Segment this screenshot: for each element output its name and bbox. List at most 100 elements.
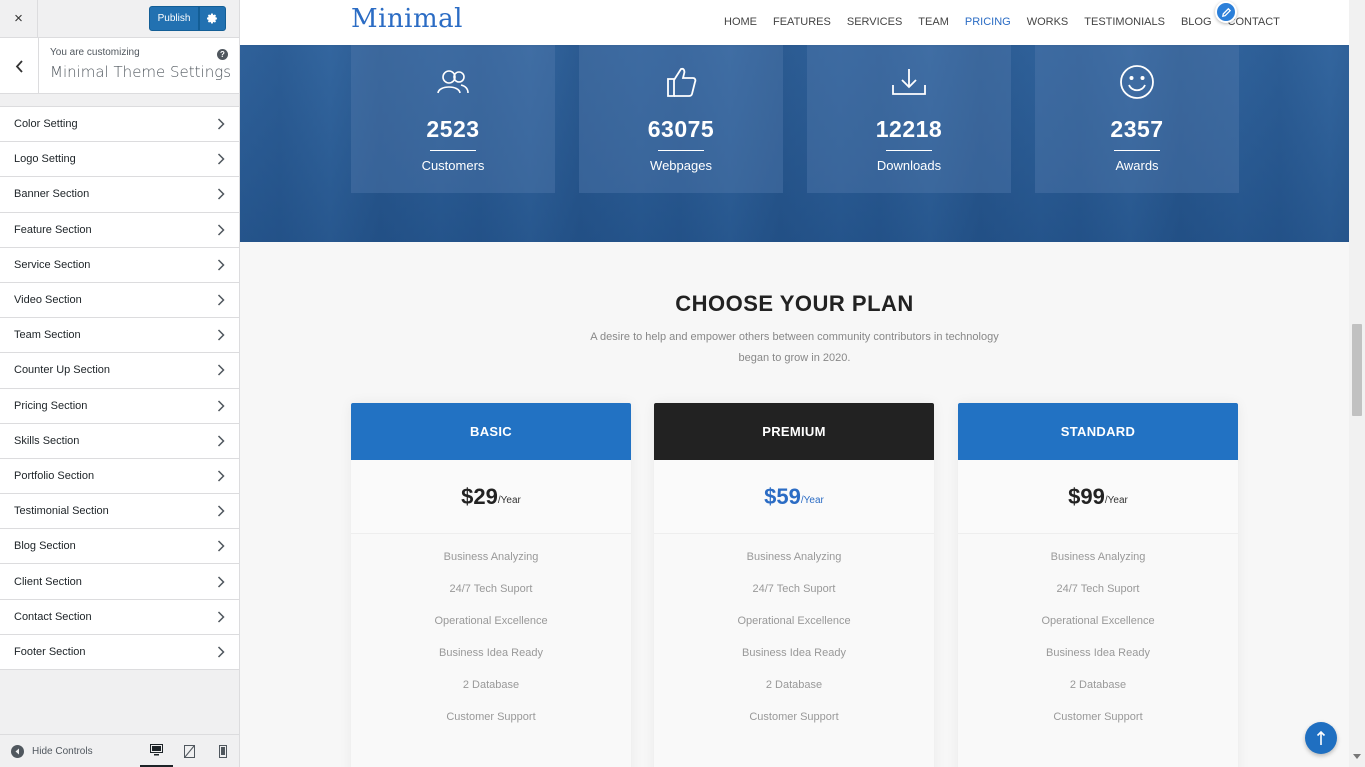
sidebar-item-label: Client Section: [14, 575, 82, 588]
chevron-right-icon: [217, 576, 227, 588]
plan-feature: 2 Database: [765, 679, 823, 691]
chevron-right-icon: [217, 646, 227, 658]
plan-feature: Customer Support: [446, 711, 536, 723]
plan-feature: Business Idea Ready: [742, 647, 846, 659]
customizing-label: You are customizing: [50, 47, 140, 58]
sidebar-item-video-section[interactable]: Video Section: [0, 282, 239, 319]
plan-period: /Year: [800, 495, 824, 506]
counter-divider: [658, 150, 704, 151]
sidebar-item-service-section[interactable]: Service Section: [0, 247, 239, 283]
plan-features: Business Analyzing 24/7 Tech Suport Operat…: [351, 534, 631, 767]
preview-tablet-button[interactable]: [173, 735, 206, 767]
plan-feature: 2 Database: [462, 679, 520, 691]
nav-link-blog[interactable]: BLOG: [1181, 16, 1212, 28]
sidebar-item-counter-up-section[interactable]: Counter Up Section: [0, 353, 239, 389]
chevron-right-icon: [217, 435, 227, 447]
preview-mobile-button[interactable]: [206, 735, 239, 767]
sidebar-item-contact-section[interactable]: Contact Section: [0, 599, 239, 635]
sidebar-item-blog-section[interactable]: Blog Section: [0, 529, 239, 565]
chevron-right-icon: [217, 364, 227, 376]
scroll-down-arrow[interactable]: [1353, 754, 1361, 759]
sidebar-item-testimonial-section[interactable]: Testimonial Section: [0, 494, 239, 530]
thumbs-up-icon: [579, 62, 783, 102]
counter-divider: [886, 150, 932, 151]
edit-shortcut-button[interactable]: [1215, 1, 1237, 23]
counter-divider: [1114, 150, 1160, 151]
hide-controls-button[interactable]: Hide Controls: [0, 744, 93, 758]
customizer-sidebar: × Publish You are customizing Minimal Th…: [0, 0, 240, 767]
counter-webpages: 63075 Webpages: [579, 45, 783, 193]
site-logo[interactable]: Minimal: [351, 4, 463, 34]
counter-label: Customers: [421, 158, 485, 173]
sidebar-item-team-section[interactable]: Team Section: [0, 318, 239, 354]
close-customizer-button[interactable]: ×: [0, 0, 38, 38]
sidebar-item-label: Blog Section: [14, 540, 76, 553]
scrollbar-thumb[interactable]: [1352, 324, 1362, 416]
sidebar-item-label: Color Setting: [14, 118, 78, 131]
plan-name: BASIC: [351, 403, 631, 460]
plan-feature: 2 Database: [1069, 679, 1127, 691]
pricing-description: A desire to help and empower others betw…: [240, 327, 1349, 369]
counter-value: 63075: [647, 116, 715, 142]
counter-value: 2523: [426, 116, 480, 142]
nav-link-pricing[interactable]: PRICING: [965, 16, 1011, 28]
plan-feature: Operational Excellence: [434, 615, 548, 627]
publish-group: Publish: [149, 6, 226, 31]
sidebar-item-label: Counter Up Section: [14, 364, 110, 377]
sidebar-item-skills-section[interactable]: Skills Section: [0, 423, 239, 459]
counter-value: 2357: [1110, 116, 1164, 142]
sidebar-item-client-section[interactable]: Client Section: [0, 564, 239, 600]
nav-link-works[interactable]: WORKS: [1027, 16, 1069, 28]
chevron-right-icon: [217, 224, 227, 236]
customizer-footer: Hide Controls: [0, 734, 239, 767]
sidebar-item-pricing-section[interactable]: Pricing Section: [0, 388, 239, 424]
site-preview: Minimal HOME FEATURES SERVICES TEAM PRICING W…: [240, 0, 1349, 767]
pricing-title: CHOOSE YOUR PLAN: [675, 291, 914, 316]
chevron-right-icon: [217, 470, 227, 482]
back-button[interactable]: [0, 38, 39, 94]
nav-link-testimonials[interactable]: TESTIMONIALS: [1084, 16, 1165, 28]
sidebar-item-label: Contact Section: [14, 610, 92, 623]
sidebar-item-color-setting[interactable]: Color Setting: [0, 107, 239, 143]
chevron-right-icon: [217, 611, 227, 623]
users-icon: [351, 62, 555, 102]
publish-settings-button[interactable]: [199, 6, 226, 31]
plan-feature: Business Analyzing: [443, 551, 539, 563]
sidebar-item-logo-setting[interactable]: Logo Setting: [0, 142, 239, 178]
chevron-right-icon: [217, 188, 227, 200]
sidebar-item-banner-section[interactable]: Banner Section: [0, 177, 239, 213]
chevron-right-icon: [217, 400, 227, 412]
nav-link-home[interactable]: HOME: [724, 16, 757, 28]
nav-link-features[interactable]: FEATURES: [773, 16, 831, 28]
plan-feature: Business Idea Ready: [1046, 647, 1150, 659]
gear-icon: [207, 13, 217, 24]
counter-section: 2523 Customers 63075 Webpages 12218 Downloads…: [240, 45, 1349, 242]
sidebar-item-label: Footer Section: [14, 645, 86, 658]
help-icon[interactable]: ?: [217, 49, 228, 60]
plan-feature: Business Analyzing: [746, 551, 842, 563]
nav-link-contact[interactable]: CONTACT: [1228, 16, 1280, 28]
sidebar-item-label: Banner Section: [14, 188, 90, 201]
nav-link-services[interactable]: SERVICES: [847, 16, 902, 28]
scroll-to-top-button[interactable]: [1305, 722, 1337, 754]
sidebar-item-label: Logo Setting: [14, 153, 76, 166]
page-scrollbar[interactable]: [1349, 0, 1365, 767]
plan-card-standard: STANDARD $99/Year Business Analyzing 24/7 T…: [958, 403, 1238, 767]
download-icon: [807, 62, 1011, 102]
nav-link-team[interactable]: TEAM: [918, 16, 949, 28]
sidebar-item-footer-section[interactable]: Footer Section: [0, 634, 239, 670]
smiley-icon: [1035, 62, 1239, 102]
sidebar-item-label: Feature Section: [14, 223, 92, 236]
preview-desktop-button[interactable]: [140, 735, 173, 767]
plan-name: STANDARD: [958, 403, 1238, 460]
counter-downloads: 12218 Downloads: [807, 45, 1011, 193]
sidebar-item-feature-section[interactable]: Feature Section: [0, 212, 239, 248]
plan-period: /Year: [497, 495, 521, 506]
publish-button[interactable]: Publish: [149, 6, 199, 31]
plan-name: PREMIUM: [654, 403, 934, 460]
plan-feature: Business Analyzing: [1050, 551, 1146, 563]
sidebar-item-portfolio-section[interactable]: Portfolio Section: [0, 458, 239, 495]
chevron-right-icon: [217, 118, 227, 130]
desktop-icon: [150, 743, 163, 755]
plan-feature: Customer Support: [749, 711, 839, 723]
